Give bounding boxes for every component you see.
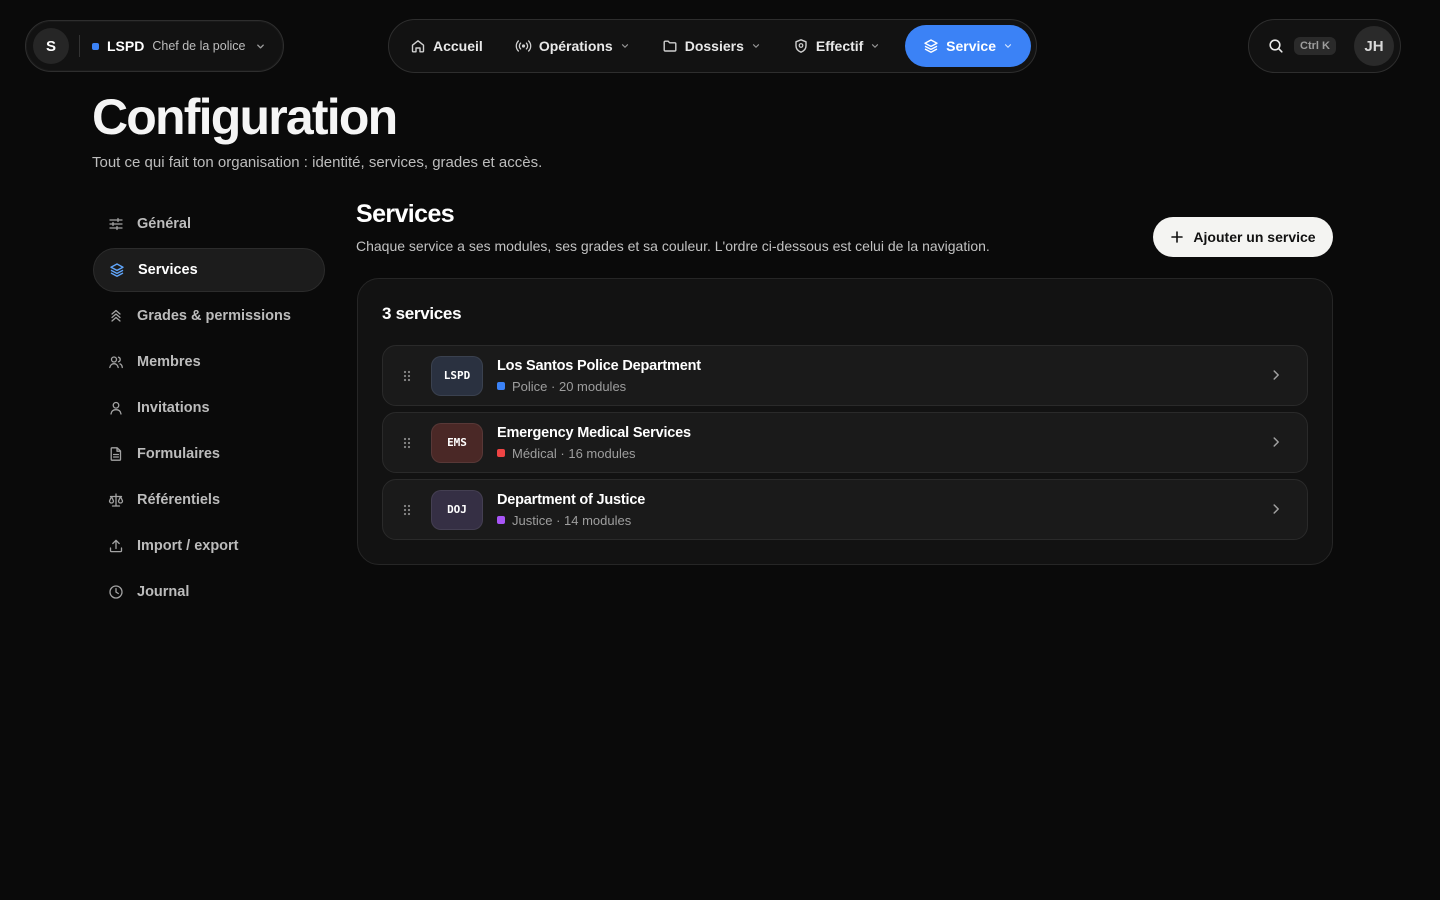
sidebar-item-label: Membres bbox=[137, 354, 201, 370]
user-avatar[interactable]: JH bbox=[1354, 26, 1394, 66]
upload-icon bbox=[108, 538, 124, 554]
sidebar-item-label: Grades & permissions bbox=[137, 308, 291, 324]
divider bbox=[79, 35, 80, 57]
clock-icon bbox=[108, 584, 124, 600]
services-count: 3 services bbox=[382, 304, 462, 323]
sidebar-item-label: Formulaires bbox=[137, 446, 220, 462]
layers-icon bbox=[923, 38, 939, 54]
chevron-down-icon bbox=[751, 41, 761, 51]
nav-label: Dossiers bbox=[684, 38, 744, 54]
org-color-dot bbox=[92, 42, 99, 50]
service-meta-line: Médical · 16 modules bbox=[497, 446, 691, 461]
org-avatar: S bbox=[33, 28, 69, 64]
services-list: LSPD Los Santos Police Department Police… bbox=[382, 345, 1308, 546]
org-switcher[interactable]: S LSPD Chef de la police bbox=[25, 20, 284, 72]
add-service-label: Ajouter un service bbox=[1193, 229, 1316, 245]
topbar-actions: Ctrl K JH bbox=[1248, 19, 1401, 73]
service-info: Emergency Medical Services Médical · 16 … bbox=[497, 425, 691, 461]
sidebar-item-invitations[interactable]: Invitations bbox=[93, 386, 325, 430]
service-meta-line: Justice · 14 modules bbox=[497, 513, 645, 528]
service-meta: Police · 20 modules bbox=[512, 378, 627, 394]
nav-item-service[interactable]: Service bbox=[905, 25, 1031, 67]
nav-label: Effectif bbox=[815, 38, 864, 54]
scale-icon bbox=[108, 492, 124, 508]
layers-icon bbox=[109, 262, 125, 278]
nav-item-effectif[interactable]: Effectif bbox=[777, 25, 896, 67]
drag-handle-icon[interactable] bbox=[383, 436, 431, 450]
chevron-right-icon bbox=[1269, 368, 1283, 382]
sidebar-item-label: Référentiels bbox=[137, 492, 221, 508]
sidebar-item-label: Général bbox=[137, 216, 191, 232]
services-card: 3 services LSPD Los Santos Police Depart… bbox=[357, 278, 1333, 565]
broadcast-icon bbox=[515, 38, 532, 54]
sidebar-item-import-export[interactable]: Import / export bbox=[93, 524, 325, 568]
service-row[interactable]: EMS Emergency Medical Services Médical ·… bbox=[382, 412, 1308, 473]
org-role: Chef de la police bbox=[152, 39, 246, 53]
nav-label: Service bbox=[946, 38, 996, 54]
chevrons-up-icon bbox=[108, 308, 124, 324]
service-meta: Médical · 16 modules bbox=[512, 445, 636, 461]
section-subtitle: Chaque service a ses modules, ses grades… bbox=[356, 238, 990, 254]
sliders-icon bbox=[108, 216, 124, 232]
sidebar-item-label: Services bbox=[138, 262, 198, 278]
sidebar-item-services[interactable]: Services bbox=[93, 248, 325, 292]
folder-icon bbox=[662, 38, 678, 54]
org-code: LSPD bbox=[107, 38, 145, 54]
sidebar-item-membres[interactable]: Membres bbox=[93, 340, 325, 384]
sidebar-item-formulaires[interactable]: Formulaires bbox=[93, 432, 325, 476]
sidebar-item-label: Import / export bbox=[137, 538, 239, 554]
chevron-right-icon bbox=[1269, 502, 1283, 516]
drag-handle-icon[interactable] bbox=[383, 369, 431, 383]
nav-item-operations[interactable]: Opérations bbox=[499, 25, 646, 67]
service-color-dot bbox=[497, 449, 505, 457]
page-title: Configuration bbox=[92, 89, 398, 145]
chevron-down-icon bbox=[1003, 41, 1013, 51]
sidebar-item-general[interactable]: Général bbox=[93, 202, 325, 246]
drag-handle-icon[interactable] bbox=[383, 503, 431, 517]
sidebar-item-journal[interactable]: Journal bbox=[93, 570, 325, 614]
service-color-dot bbox=[497, 516, 505, 524]
user-icon bbox=[108, 400, 124, 416]
search-icon[interactable] bbox=[1268, 38, 1284, 54]
main-nav: Accueil Opérations Dossiers Effectif Ser… bbox=[388, 19, 1037, 73]
chevron-down-icon bbox=[870, 41, 880, 51]
service-color-dot bbox=[497, 382, 505, 390]
sidebar-item-label: Invitations bbox=[137, 400, 210, 416]
sidebar-item-referentiels[interactable]: Référentiels bbox=[93, 478, 325, 522]
shortcut-hint: Ctrl K bbox=[1294, 37, 1336, 55]
service-meta: Justice · 14 modules bbox=[512, 512, 632, 528]
nav-label: Accueil bbox=[433, 38, 483, 54]
service-name: Los Santos Police Department bbox=[497, 357, 701, 374]
chevron-right-icon bbox=[1269, 435, 1283, 449]
sidebar-item-grades[interactable]: Grades & permissions bbox=[93, 294, 325, 338]
add-service-button[interactable]: Ajouter un service bbox=[1153, 217, 1333, 257]
nav-item-accueil[interactable]: Accueil bbox=[394, 25, 499, 67]
nav-label: Opérations bbox=[538, 38, 613, 54]
page-subtitle: Tout ce qui fait ton organisation : iden… bbox=[92, 154, 543, 171]
service-name: Emergency Medical Services bbox=[497, 424, 691, 441]
home-icon bbox=[410, 38, 426, 54]
chevron-down-icon bbox=[620, 41, 630, 51]
service-badge: EMS bbox=[431, 422, 483, 463]
section-title: Services bbox=[356, 200, 455, 228]
service-info: Department of Justice Justice · 14 modul… bbox=[497, 492, 645, 528]
service-meta-line: Police · 20 modules bbox=[497, 379, 701, 394]
file-icon bbox=[108, 446, 124, 462]
service-badge: DOJ bbox=[431, 489, 483, 530]
plus-icon bbox=[1170, 230, 1184, 244]
service-badge: LSPD bbox=[431, 355, 483, 396]
service-name: Department of Justice bbox=[497, 491, 646, 508]
service-row[interactable]: DOJ Department of Justice Justice · 14 m… bbox=[382, 479, 1308, 540]
shield-icon bbox=[793, 38, 809, 54]
users-icon bbox=[108, 354, 124, 370]
chevron-down-icon bbox=[255, 41, 266, 52]
service-row[interactable]: LSPD Los Santos Police Department Police… bbox=[382, 345, 1308, 406]
sidebar-item-label: Journal bbox=[137, 584, 190, 600]
nav-item-dossiers[interactable]: Dossiers bbox=[646, 25, 777, 67]
service-info: Los Santos Police Department Police · 20… bbox=[497, 358, 701, 394]
settings-sidebar: Général Services Grades & permissions Me… bbox=[93, 202, 325, 616]
